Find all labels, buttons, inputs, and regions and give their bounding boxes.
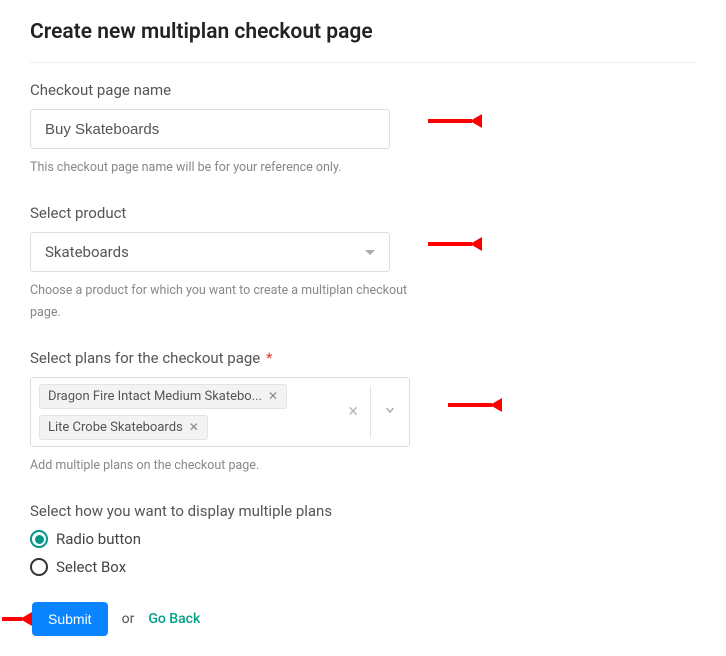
form-actions: Submit or Go Back	[32, 602, 696, 636]
submit-button[interactable]: Submit	[32, 602, 108, 636]
or-text: or	[122, 611, 135, 627]
multiselect-controls: ×	[338, 378, 409, 446]
radio-icon	[30, 530, 48, 548]
help-checkout-name: This checkout page name will be for your…	[30, 157, 430, 178]
label-checkout-name: Checkout page name	[30, 81, 696, 99]
field-select-plans: Select plans for the checkout page * Dra…	[30, 349, 696, 476]
clear-all-icon[interactable]: ×	[348, 403, 358, 421]
remove-chip-icon[interactable]: ✕	[268, 390, 278, 402]
divider	[370, 386, 371, 438]
remove-chip-icon[interactable]: ✕	[189, 421, 199, 433]
annotation-arrow-icon	[448, 398, 502, 412]
radio-option-selectbox[interactable]: Select Box	[30, 558, 696, 576]
display-radio-group: Radio button Select Box	[30, 530, 696, 576]
field-checkout-name: Checkout page name This checkout page na…	[30, 81, 696, 178]
chevron-down-icon[interactable]	[383, 402, 397, 421]
radio-option-radiobutton[interactable]: Radio button	[30, 530, 696, 548]
required-marker: *	[266, 349, 272, 367]
help-select-plans: Add multiple plans on the checkout page.	[30, 455, 430, 476]
label-display-type: Select how you want to display multiple …	[30, 502, 696, 520]
checkout-name-input[interactable]	[30, 109, 390, 149]
product-select[interactable]: Skateboards	[30, 232, 390, 272]
field-display-type: Select how you want to display multiple …	[30, 502, 696, 576]
annotation-arrow-icon	[2, 612, 32, 626]
plans-chips: Dragon Fire Intact Medium Skatebo... ✕ L…	[31, 378, 338, 446]
label-select-plans-text: Select plans for the checkout page	[30, 349, 260, 367]
help-select-product: Choose a product for which you want to c…	[30, 280, 430, 323]
plan-chip: Lite Crobe Skateboards ✕	[39, 415, 208, 440]
plan-chip-label: Lite Crobe Skateboards	[48, 420, 183, 435]
field-select-product: Select product Skateboards Choose a prod…	[30, 204, 696, 323]
label-select-plans: Select plans for the checkout page *	[30, 349, 696, 367]
radio-label: Radio button	[56, 530, 141, 548]
annotation-arrow-icon	[428, 237, 482, 251]
product-select-value: Skateboards	[45, 243, 129, 261]
plans-multiselect[interactable]: Dragon Fire Intact Medium Skatebo... ✕ L…	[30, 377, 410, 447]
radio-label: Select Box	[56, 558, 126, 576]
go-back-link[interactable]: Go Back	[148, 611, 200, 627]
page-title: Create new multiplan checkout page	[30, 20, 696, 63]
annotation-arrow-icon	[428, 114, 482, 128]
radio-icon	[30, 558, 48, 576]
chevron-down-icon	[365, 250, 375, 255]
plan-chip: Dragon Fire Intact Medium Skatebo... ✕	[39, 384, 287, 409]
label-select-product: Select product	[30, 204, 696, 222]
plan-chip-label: Dragon Fire Intact Medium Skatebo...	[48, 389, 262, 404]
